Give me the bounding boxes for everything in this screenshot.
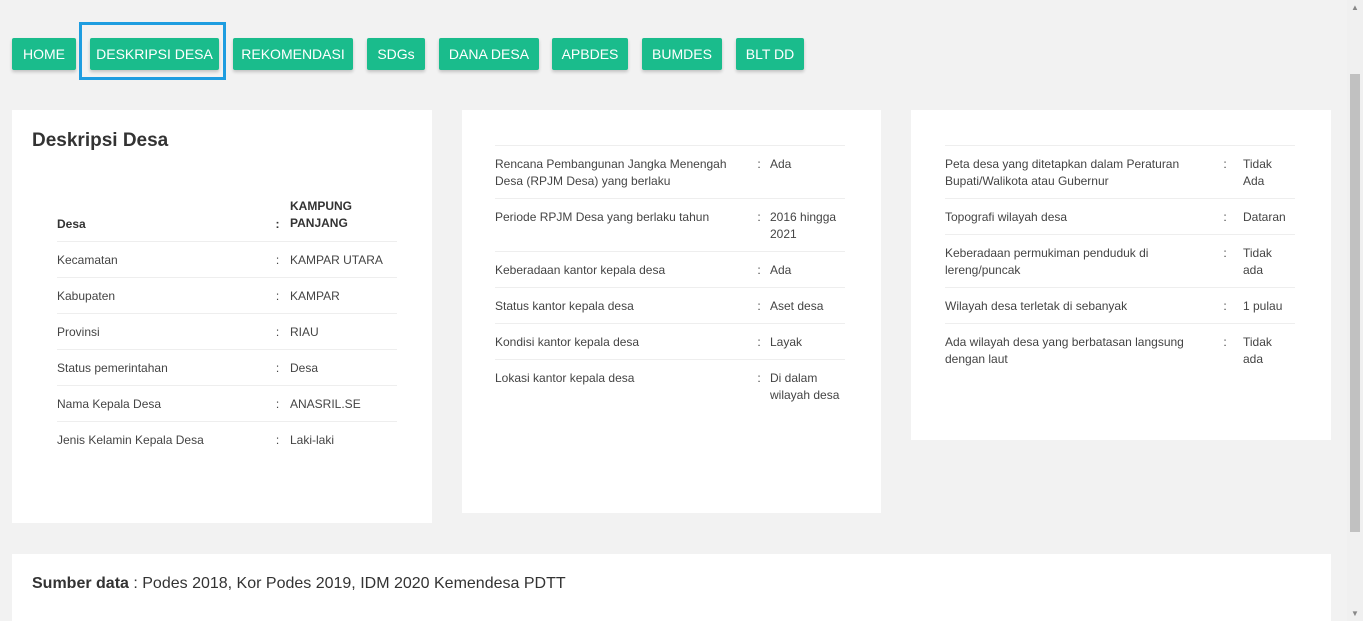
deskripsi-desa-card: Deskripsi Desa Desa : KAMPUNG PANJANG Ke…	[12, 110, 432, 523]
row-label: Kecamatan	[57, 240, 265, 277]
row-value: Ada	[770, 145, 845, 199]
row-separator: :	[748, 359, 770, 412]
row-label: Keberadaan permukiman penduduk di lereng…	[945, 234, 1207, 288]
row-label: Lokasi kantor kepala desa	[495, 359, 748, 412]
row-label: Provinsi	[57, 312, 265, 349]
row-label: Jenis Kelamin Kepala Desa	[57, 420, 265, 457]
card-title: Deskripsi Desa	[32, 130, 169, 151]
row-label: Rencana Pembangunan Jangka Menengah Desa…	[495, 145, 748, 199]
scrollbar-thumb[interactable]	[1350, 74, 1360, 532]
table-row: Keberadaan permukiman penduduk di lereng…	[945, 234, 1295, 288]
wilayah-desa-card: Peta desa yang ditetapkan dalam Peratura…	[911, 110, 1331, 440]
row-separator: :	[265, 276, 290, 313]
row-value: Tidak ada	[1243, 323, 1295, 376]
row-value: Aset desa	[770, 287, 845, 324]
row-value: Desa	[290, 348, 397, 385]
table-row: Lokasi kantor kepala desa : Di dalam wil…	[495, 359, 845, 412]
row-separator: :	[748, 287, 770, 324]
row-value: KAMPAR UTARA	[290, 240, 397, 277]
row-separator: :	[1207, 145, 1243, 199]
nav-blt-dd-button[interactable]: BLT DD	[736, 38, 804, 70]
row-separator: :	[748, 198, 770, 252]
row-label: Desa	[57, 216, 86, 231]
table-row: Jenis Kelamin Kepala Desa : Laki-laki	[57, 420, 397, 457]
row-separator: :	[265, 240, 290, 277]
row-separator: :	[748, 251, 770, 288]
table-row: Rencana Pembangunan Jangka Menengah Desa…	[495, 145, 845, 199]
row-value: Laki-laki	[290, 420, 397, 457]
table-row: Kabupaten : KAMPAR	[57, 276, 397, 313]
nav-dana-desa-button[interactable]: DANA DESA	[439, 38, 539, 70]
row-label: Topografi wilayah desa	[945, 198, 1207, 235]
row-separator: :	[748, 323, 770, 360]
row-label: Keberadaan kantor kepala desa	[495, 251, 748, 288]
row-value: RIAU	[290, 312, 397, 349]
table-row: Provinsi : RIAU	[57, 312, 397, 349]
table-row: Desa : KAMPUNG PANJANG	[57, 188, 397, 241]
nav-home-button[interactable]: HOME	[12, 38, 76, 70]
row-separator: :	[1207, 287, 1243, 324]
table-row: Peta desa yang ditetapkan dalam Peratura…	[945, 145, 1295, 199]
row-separator: :	[265, 420, 290, 457]
row-label: Kabupaten	[57, 276, 265, 313]
row-separator: :	[265, 348, 290, 385]
row-value: Dataran	[1243, 198, 1295, 235]
table-row: Topografi wilayah desa : Dataran	[945, 198, 1295, 235]
row-value: ANASRIL.SE	[290, 384, 397, 421]
nav-apbdes-button[interactable]: APBDES	[552, 38, 628, 70]
nav-bumdes-button[interactable]: BUMDES	[642, 38, 722, 70]
vertical-scrollbar[interactable]: ▲ ▼	[1347, 0, 1363, 621]
row-label: Nama Kepala Desa	[57, 384, 265, 421]
row-label: Periode RPJM Desa yang berlaku tahun	[495, 198, 748, 252]
row-label: Status kantor kepala desa	[495, 287, 748, 324]
table-row: Keberadaan kantor kepala desa : Ada	[495, 251, 845, 288]
row-separator: :	[1207, 234, 1243, 288]
row-value: KAMPUNG PANJANG	[290, 199, 352, 230]
sumber-data-value: : Podes 2018, Kor Podes 2019, IDM 2020 K…	[128, 575, 566, 592]
row-separator: :	[748, 145, 770, 199]
row-separator: :	[1207, 198, 1243, 235]
row-label: Status pemerintahan	[57, 348, 265, 385]
row-separator: :	[265, 384, 290, 421]
table-row: Kondisi kantor kepala desa : Layak	[495, 323, 845, 360]
row-value: Di dalam wilayah desa	[770, 359, 845, 412]
row-value: 2016 hingga 2021	[770, 198, 845, 252]
wilayah-desa-table: Peta desa yang ditetapkan dalam Peratura…	[945, 145, 1295, 376]
table-row: Wilayah desa terletak di sebanyak : 1 pu…	[945, 287, 1295, 324]
desa-info-table: Desa : KAMPUNG PANJANG Kecamatan : KAMPA…	[57, 188, 397, 457]
active-nav-highlight	[79, 22, 226, 80]
row-label: Kondisi kantor kepala desa	[495, 323, 748, 360]
row-label: Wilayah desa terletak di sebanyak	[945, 287, 1207, 324]
row-separator: :	[275, 216, 280, 231]
rpjm-kantor-table: Rencana Pembangunan Jangka Menengah Desa…	[495, 145, 845, 412]
row-separator: :	[265, 312, 290, 349]
row-separator: :	[1207, 323, 1243, 376]
row-value: KAMPAR	[290, 276, 397, 313]
table-row: Nama Kepala Desa : ANASRIL.SE	[57, 384, 397, 421]
row-value: Tidak ada	[1243, 234, 1295, 288]
row-value: Tidak Ada	[1243, 145, 1295, 199]
row-label: Ada wilayah desa yang berbatasan langsun…	[945, 323, 1207, 376]
rpjm-kantor-card: Rencana Pembangunan Jangka Menengah Desa…	[462, 110, 881, 513]
sumber-data-text: Sumber data : Podes 2018, Kor Podes 2019…	[32, 575, 566, 593]
scroll-down-arrow-icon[interactable]: ▼	[1351, 610, 1359, 618]
table-row: Status kantor kepala desa : Aset desa	[495, 287, 845, 324]
row-value: Ada	[770, 251, 845, 288]
sumber-data-card: Sumber data : Podes 2018, Kor Podes 2019…	[12, 554, 1331, 621]
table-row: Ada wilayah desa yang berbatasan langsun…	[945, 323, 1295, 376]
row-value: Layak	[770, 323, 845, 360]
table-row: Periode RPJM Desa yang berlaku tahun : 2…	[495, 198, 845, 252]
table-row: Kecamatan : KAMPAR UTARA	[57, 240, 397, 277]
row-label: Peta desa yang ditetapkan dalam Peratura…	[945, 145, 1207, 199]
sumber-data-label: Sumber data	[32, 575, 129, 592]
nav-rekomendasi-button[interactable]: REKOMENDASI	[233, 38, 353, 70]
table-row: Status pemerintahan : Desa	[57, 348, 397, 385]
nav-sdgs-button[interactable]: SDGs	[367, 38, 425, 70]
scroll-up-arrow-icon[interactable]: ▲	[1351, 4, 1359, 12]
row-value: 1 pulau	[1243, 287, 1295, 324]
